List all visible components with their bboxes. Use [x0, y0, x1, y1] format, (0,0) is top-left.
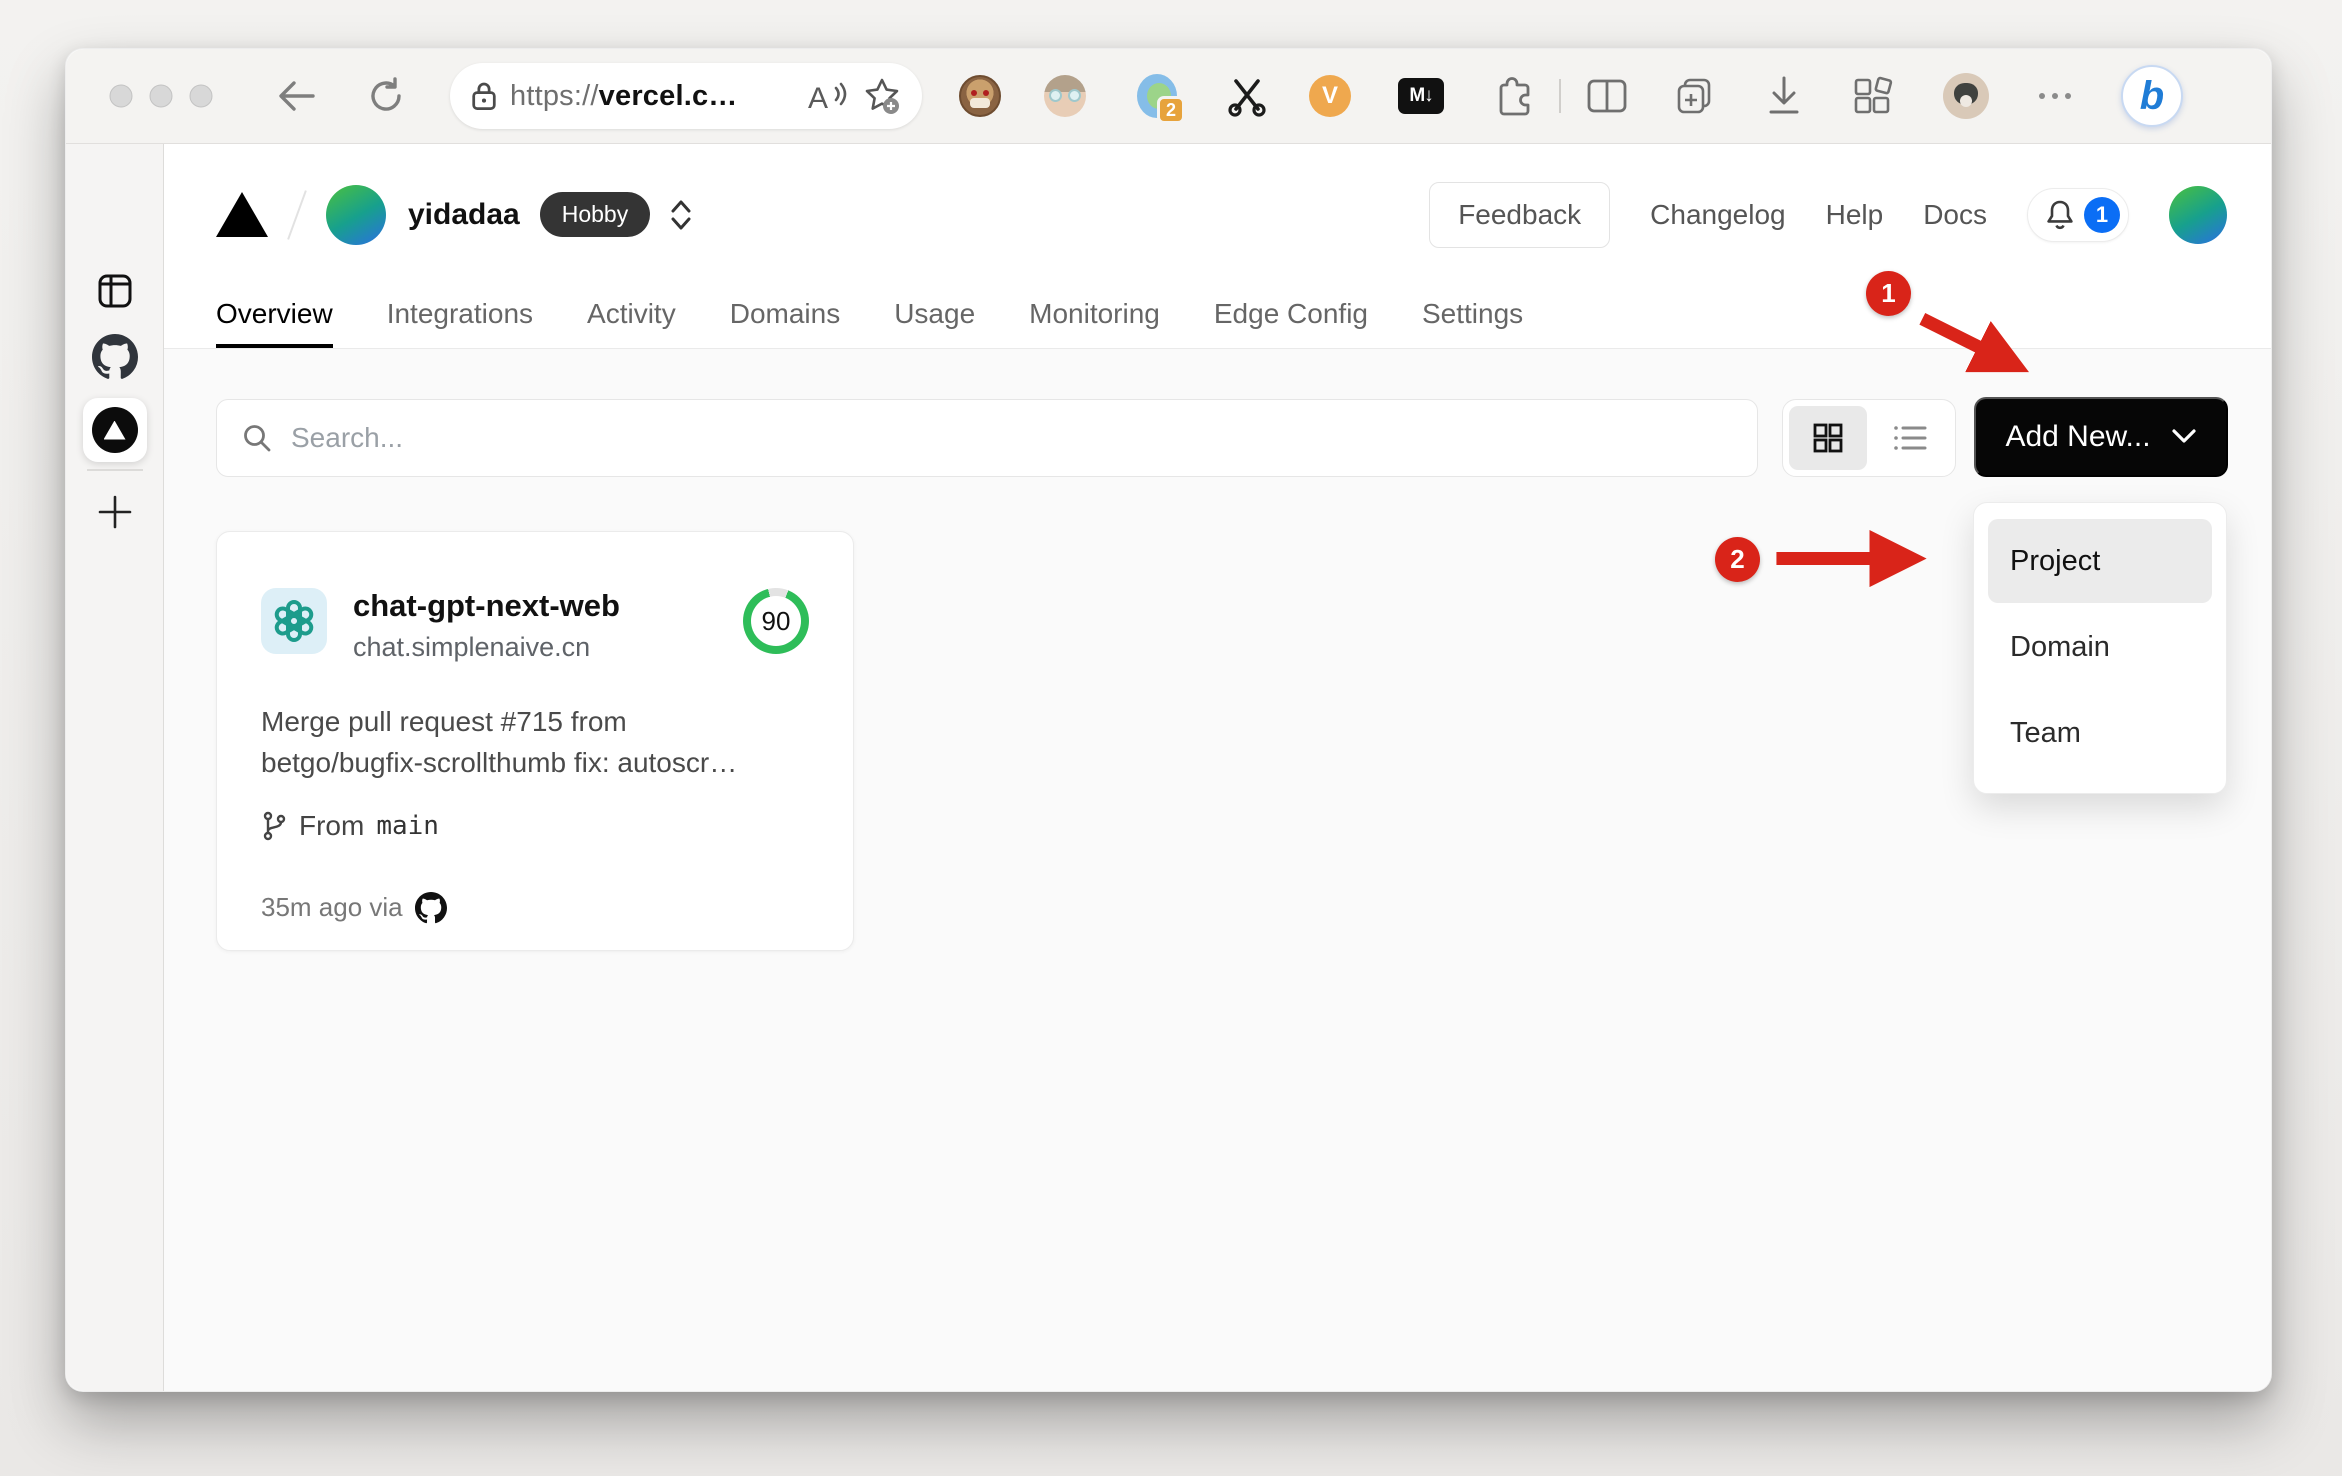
- project-search[interactable]: [216, 399, 1758, 477]
- bing-discover-icon[interactable]: b: [2121, 65, 2183, 127]
- new-tab-plus-icon[interactable]: [96, 493, 134, 531]
- tab-settings[interactable]: Settings: [1422, 285, 1523, 348]
- lighthouse-score-gauge: 90: [743, 588, 809, 654]
- tab-integrations[interactable]: Integrations: [387, 285, 533, 348]
- branch-label: From: [299, 809, 365, 841]
- notification-count: 1: [2084, 196, 2120, 233]
- dropdown-item-team[interactable]: Team: [1988, 691, 2212, 775]
- extension-badge: 2: [1157, 96, 1185, 124]
- docs-link[interactable]: Docs: [1923, 199, 1987, 231]
- chevron-down-icon: [2171, 429, 2196, 443]
- v-extension-icon[interactable]: V: [1309, 75, 1351, 117]
- changelog-link[interactable]: Changelog: [1650, 199, 1785, 231]
- score-value: 90: [751, 596, 801, 646]
- vercel-active-tab-icon[interactable]: [82, 398, 147, 462]
- bell-icon: [2047, 200, 2073, 229]
- tab-overview[interactable]: Overview: [216, 285, 333, 348]
- git-branch-icon: [263, 811, 286, 840]
- collections-icon[interactable]: [1673, 74, 1717, 118]
- breadcrumb-slash: [287, 189, 307, 240]
- more-menu-icon[interactable]: [2039, 93, 2071, 99]
- downloads-icon[interactable]: [1764, 74, 1804, 118]
- deployment-meta: 35m ago via: [261, 891, 809, 924]
- split-screen-icon[interactable]: [1585, 77, 1629, 115]
- vercel-page: yidadaa Hobby Feedback Changelog Help Do…: [164, 144, 2271, 1391]
- browser-window: https://vercel.c… A 2 V M↓ b yidadaa Hob…: [65, 48, 2272, 1392]
- github-tab-icon[interactable]: [91, 334, 138, 380]
- annotation-step-2: 2: [1715, 537, 1760, 582]
- feedback-button[interactable]: Feedback: [1429, 181, 1611, 248]
- lock-icon: [472, 82, 496, 110]
- monkey-extension-icon[interactable]: [959, 75, 1001, 117]
- tab-edge-config[interactable]: Edge Config: [1214, 285, 1368, 348]
- tab-usage[interactable]: Usage: [894, 285, 975, 348]
- favorite-star-icon[interactable]: [862, 76, 902, 116]
- apps-icon[interactable]: [1850, 74, 1894, 118]
- search-icon: [244, 425, 271, 452]
- profile-avatar[interactable]: [1943, 73, 1989, 119]
- view-toggle: [1782, 399, 1956, 477]
- annotation-step-1: 1: [1866, 271, 1911, 316]
- tab-activity[interactable]: Activity: [587, 285, 676, 348]
- plan-badge: Hobby: [539, 192, 651, 237]
- back-icon[interactable]: [276, 79, 316, 113]
- branch-row: From main: [261, 810, 809, 842]
- tab-monitoring[interactable]: Monitoring: [1029, 285, 1160, 348]
- tab-domains[interactable]: Domains: [730, 285, 840, 348]
- list-view-button[interactable]: [1871, 406, 1949, 470]
- traffic-light-close[interactable]: [109, 84, 133, 108]
- extensions-puzzle-icon[interactable]: [1491, 74, 1535, 118]
- commit-message: Merge pull request #715 from betgo/bugfi…: [261, 705, 738, 779]
- tab-panel-icon[interactable]: [95, 271, 135, 311]
- project-domain[interactable]: chat.simplenaive.cn: [353, 632, 620, 663]
- notifications-button[interactable]: 1: [2027, 187, 2129, 242]
- browser-toolbar: https://vercel.c… A 2 V M↓ b: [66, 49, 2271, 144]
- site-header: yidadaa Hobby Feedback Changelog Help Do…: [164, 144, 2271, 349]
- grid-view-button[interactable]: [1789, 406, 1867, 470]
- grid-icon: [1813, 423, 1843, 453]
- team-switcher-icon[interactable]: [668, 197, 694, 233]
- list-icon: [1894, 426, 1927, 450]
- traffic-light-zoom[interactable]: [189, 84, 213, 108]
- traffic-light-minimize[interactable]: [149, 84, 173, 108]
- vertical-tabs-sidebar: [66, 144, 164, 1391]
- read-aloud-icon[interactable]: A: [806, 78, 850, 114]
- scissors-extension-icon[interactable]: [1226, 75, 1268, 117]
- help-link[interactable]: Help: [1826, 199, 1884, 231]
- dropdown-item-project[interactable]: Project: [1988, 519, 2212, 603]
- address-bar[interactable]: https://vercel.c… A: [450, 63, 922, 129]
- branch-name: main: [376, 810, 439, 841]
- vercel-logo[interactable]: [216, 192, 268, 237]
- github-icon: [414, 891, 447, 923]
- toolbar-divider: [1559, 79, 1561, 113]
- search-input[interactable]: [291, 422, 1733, 454]
- project-card[interactable]: chat-gpt-next-web chat.simplenaive.cn 90…: [216, 531, 854, 951]
- dropdown-item-domain[interactable]: Domain: [1988, 605, 2212, 689]
- team-name[interactable]: yidadaa: [408, 198, 520, 232]
- project-name[interactable]: chat-gpt-next-web: [353, 588, 620, 624]
- svg-text:A: A: [808, 82, 828, 114]
- url-text: https://vercel.c…: [510, 79, 738, 112]
- tab-manager-extension-icon[interactable]: 2: [1135, 74, 1185, 124]
- markdown-extension-icon[interactable]: M↓: [1398, 78, 1444, 114]
- dashboard-tabs: Overview Integrations Activity Domains U…: [216, 285, 2227, 348]
- add-new-button[interactable]: Add New...: [1974, 397, 2228, 477]
- sidebar-divider: [86, 469, 143, 471]
- add-new-dropdown: Project Domain Team: [1973, 502, 2227, 794]
- reload-icon[interactable]: [366, 76, 406, 116]
- openai-logo-icon: [274, 600, 314, 642]
- deployed-time: 35m ago via: [261, 892, 403, 923]
- dashboard-content: Add New...: [164, 349, 2271, 1391]
- user-avatar[interactable]: [2169, 185, 2227, 244]
- project-favicon: [261, 588, 327, 654]
- team-avatar[interactable]: [326, 184, 386, 245]
- person-extension-icon[interactable]: [1044, 75, 1086, 117]
